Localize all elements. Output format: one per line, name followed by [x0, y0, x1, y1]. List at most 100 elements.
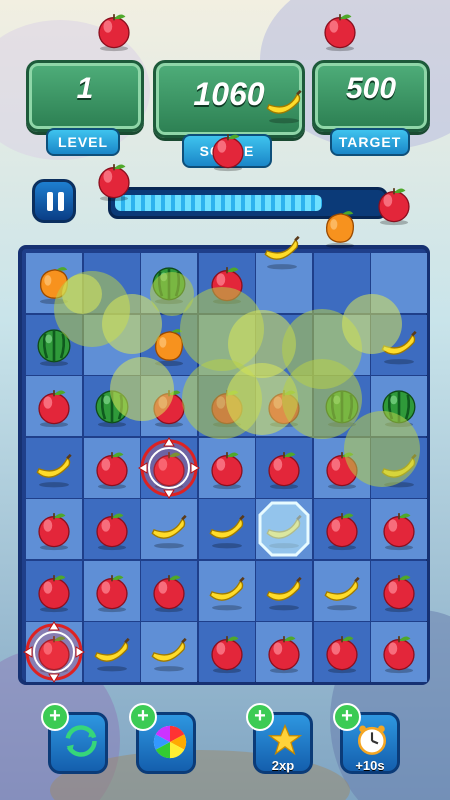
- melon-icon: [90, 384, 134, 433]
- board-cell[interactable]: [198, 437, 255, 498]
- board-cell[interactable]: [371, 253, 427, 313]
- banana-icon: [262, 507, 306, 556]
- board-cell[interactable]: [83, 253, 140, 313]
- extra-time-booster-label: +10s: [355, 758, 385, 773]
- apple-icon: [32, 384, 76, 433]
- board-cell[interactable]: [198, 560, 255, 621]
- score-progress-fill: [115, 195, 323, 211]
- board-cell[interactable]: [371, 622, 427, 682]
- board-cell[interactable]: [83, 437, 140, 498]
- apple-icon: [90, 569, 134, 618]
- board-cell[interactable]: [313, 499, 370, 559]
- board-cell[interactable]: [313, 253, 370, 313]
- board-cell[interactable]: [256, 314, 312, 375]
- pause-button[interactable]: [32, 179, 76, 223]
- score-value: 1060: [193, 76, 265, 112]
- level-label: LEVEL: [46, 128, 120, 156]
- apple-icon: [32, 569, 76, 618]
- banana-icon: [147, 630, 191, 679]
- board-cell[interactable]: [26, 314, 82, 375]
- double-xp-booster-button[interactable]: + 2xp: [246, 703, 313, 774]
- board-cell[interactable]: [83, 499, 140, 559]
- board-cell[interactable]: [198, 376, 255, 436]
- board-cell[interactable]: [141, 437, 197, 498]
- banana-icon: [377, 446, 421, 495]
- board-cell[interactable]: [313, 314, 370, 375]
- board-cell[interactable]: [256, 253, 312, 313]
- banana-icon: [377, 323, 421, 372]
- melon-icon: [147, 261, 191, 310]
- board-cell[interactable]: [371, 376, 427, 436]
- board-cell[interactable]: [141, 499, 197, 559]
- board-cell[interactable]: [198, 499, 255, 559]
- apple-icon: [147, 446, 191, 495]
- board-cell[interactable]: [256, 499, 312, 559]
- melon-icon: [32, 323, 76, 372]
- apple-icon: [377, 630, 421, 679]
- shuffle-booster-button[interactable]: +: [41, 703, 108, 774]
- clock-icon: [355, 723, 389, 762]
- board-cell[interactable]: [26, 376, 82, 436]
- board-cell[interactable]: [83, 622, 140, 682]
- apple-icon: [90, 446, 134, 495]
- board-cell[interactable]: [198, 622, 255, 682]
- apple-icon: [320, 446, 364, 495]
- board-cell[interactable]: [256, 376, 312, 436]
- board-cell[interactable]: [83, 376, 140, 436]
- apple-icon: [32, 630, 76, 679]
- board-cell[interactable]: [26, 437, 82, 498]
- apple-icon: [32, 507, 76, 556]
- melon-icon: [377, 384, 421, 433]
- board-cell[interactable]: [256, 560, 312, 621]
- board-cell[interactable]: [256, 622, 312, 682]
- board-cell[interactable]: [198, 253, 255, 313]
- board-cell[interactable]: [371, 314, 427, 375]
- target-label: TARGET: [330, 128, 410, 156]
- color-wheel-booster-button[interactable]: +: [129, 703, 196, 774]
- board-cell[interactable]: [256, 437, 312, 498]
- board-cell[interactable]: [371, 437, 427, 498]
- orange-icon: [147, 323, 191, 372]
- board-cell[interactable]: [141, 560, 197, 621]
- extra-time-booster-button[interactable]: + +10s: [333, 703, 400, 774]
- board-cell[interactable]: [26, 622, 82, 682]
- board-cell[interactable]: [371, 560, 427, 621]
- board-cell[interactable]: [313, 560, 370, 621]
- board-cell[interactable]: [313, 622, 370, 682]
- double-xp-booster-label: 2xp: [271, 758, 295, 773]
- board-cell[interactable]: [26, 499, 82, 559]
- apple-icon: [320, 507, 364, 556]
- board-cell[interactable]: [371, 499, 427, 559]
- score-value-box: 1060: [153, 60, 305, 138]
- level-value: 1: [76, 72, 94, 105]
- board-cell[interactable]: [83, 560, 140, 621]
- banana-icon: [147, 507, 191, 556]
- apple-icon: [377, 507, 421, 556]
- apple-icon: [320, 630, 364, 679]
- board-cell[interactable]: [141, 314, 197, 375]
- apple-icon: [262, 446, 306, 495]
- game-board: [18, 245, 430, 685]
- apple-icon: [205, 261, 249, 310]
- apple-icon: [205, 384, 249, 433]
- board-cell[interactable]: [26, 560, 82, 621]
- board-cell[interactable]: [141, 253, 197, 313]
- banana-icon: [32, 446, 76, 495]
- board-cell[interactable]: [141, 376, 197, 436]
- board-cell[interactable]: [313, 376, 370, 436]
- apple-icon: [205, 446, 249, 495]
- board-cell[interactable]: [83, 314, 140, 375]
- score-label: SCORE: [182, 134, 272, 168]
- apple-icon: [262, 630, 306, 679]
- apple-icon: [262, 384, 306, 433]
- star-icon: [267, 723, 303, 762]
- board-cell[interactable]: [313, 437, 370, 498]
- target-value: 500: [345, 72, 397, 105]
- apple-icon: [90, 507, 134, 556]
- board-cell[interactable]: [141, 622, 197, 682]
- orange-icon: [32, 261, 76, 310]
- board-cell[interactable]: [198, 314, 255, 375]
- apple-icon: [147, 569, 191, 618]
- banana-icon: [205, 569, 249, 618]
- board-cell[interactable]: [26, 253, 82, 313]
